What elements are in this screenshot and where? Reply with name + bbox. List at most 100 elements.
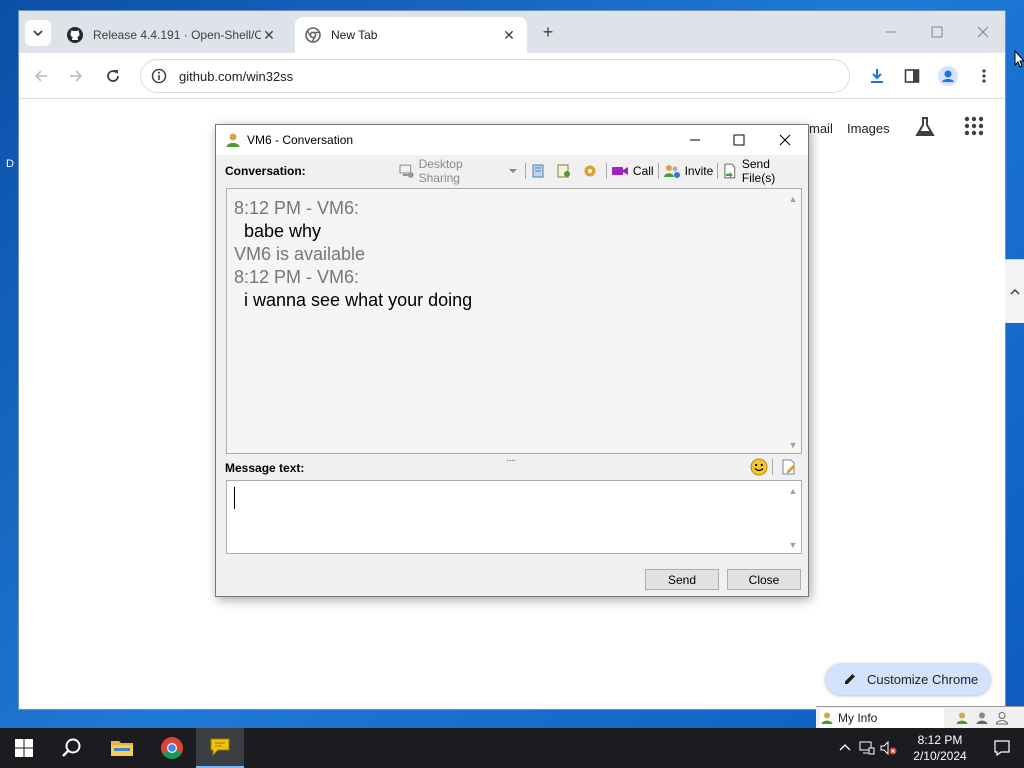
scroll-up-arrow-icon[interactable]: ▲ [787, 193, 799, 205]
desktop-icon-label[interactable]: D [6, 158, 14, 170]
arrow-left-icon [34, 70, 47, 82]
close-window-button[interactable] [969, 19, 997, 45]
desktop-sharing-button[interactable]: Desktop Sharing [396, 157, 524, 185]
downloads-button[interactable] [865, 64, 889, 88]
close-button[interactable]: Close [727, 569, 801, 590]
toolbar-separator [772, 459, 773, 475]
dialog-maximize-button[interactable] [728, 129, 750, 151]
my-info-label: My Info [838, 710, 878, 725]
tab-new-tab[interactable]: New Tab ✕ [295, 17, 527, 53]
im-contact-icon[interactable] [992, 709, 1012, 727]
side-panel-icon [904, 69, 920, 83]
maximize-icon [733, 134, 745, 146]
system-tray: 8:12 PM 2/10/2024 [834, 728, 1024, 768]
dialog-minimize-button[interactable] [684, 129, 706, 151]
new-tab-button[interactable]: + [537, 21, 559, 43]
close-icon [779, 134, 791, 146]
volume-button[interactable] [878, 728, 900, 768]
user-icon [226, 133, 240, 147]
pane-splitter-handle[interactable]: ···· [506, 455, 516, 466]
call-button[interactable]: Call [608, 161, 657, 181]
start-button[interactable] [0, 728, 48, 768]
toolbar-separator [605, 163, 607, 179]
invite-button[interactable]: Invite [660, 161, 717, 181]
folder-icon [111, 741, 133, 756]
conversation-history[interactable]: 8:12 PM - VM6: babe why VM6 is available… [226, 188, 802, 454]
user-online-icon [956, 712, 968, 724]
text-format-icon[interactable] [780, 458, 798, 476]
reload-button[interactable] [101, 64, 125, 88]
im-contact-bar: My Info [816, 706, 1024, 728]
emoticon-icon[interactable] [750, 458, 768, 476]
contact-info-button[interactable] [553, 161, 579, 181]
customize-chrome-button[interactable]: Customize Chrome [825, 663, 991, 695]
minimize-icon [886, 31, 896, 33]
gear-icon [584, 165, 596, 177]
back-button[interactable] [29, 64, 53, 88]
google-apps-icon[interactable] [963, 115, 985, 137]
send-file-icon [724, 163, 736, 179]
images-link[interactable]: Images [847, 121, 890, 136]
im-contact-icon[interactable] [972, 709, 992, 727]
show-hidden-icons-button[interactable] [834, 728, 856, 768]
forward-button[interactable] [64, 64, 88, 88]
chrome-taskbar-button[interactable] [148, 728, 196, 768]
github-icon [67, 27, 83, 43]
side-panel-edge[interactable] [1005, 259, 1024, 323]
download-icon [871, 69, 883, 83]
network-button[interactable] [856, 728, 878, 768]
action-center-button[interactable] [980, 728, 1024, 768]
profile-button[interactable] [936, 64, 960, 88]
tab-release[interactable]: Release 4.4.191 · Open-Shell/Op ✕ [57, 17, 287, 53]
dialog-close-button[interactable] [774, 129, 796, 151]
side-panel-button[interactable] [900, 64, 924, 88]
pencil-icon [845, 674, 855, 684]
network-icon [859, 741, 875, 755]
close-tab-icon[interactable]: ✕ [501, 27, 517, 43]
call-label: Call [632, 164, 654, 178]
settings-button[interactable] [579, 161, 605, 181]
gmail-link[interactable]: mail [809, 121, 833, 136]
close-icon [977, 26, 989, 38]
status-message: VM6 is available [234, 244, 366, 264]
chat-bubble-icon [210, 738, 230, 757]
customize-chrome-label: Customize Chrome [867, 671, 979, 687]
contact-card-icon [557, 164, 570, 178]
toolbar-separator [524, 163, 526, 179]
labs-flask-icon[interactable] [913, 115, 937, 139]
taskbar: 8:12 PM 2/10/2024 [0, 728, 1024, 768]
reload-icon [107, 70, 119, 82]
menu-button[interactable] [972, 64, 996, 88]
tab-search-button[interactable] [25, 20, 51, 46]
message-header: 8:12 PM - VM6: [234, 198, 360, 218]
site-info-icon[interactable] [151, 68, 167, 84]
send-button[interactable]: Send [645, 569, 719, 590]
history-button[interactable] [527, 161, 553, 181]
minimize-button[interactable] [877, 19, 905, 45]
send-files-button[interactable]: Send File(s) [719, 157, 808, 185]
browser-toolbar: github.com/win32ss [19, 53, 1005, 99]
tab-title: New Tab [331, 28, 378, 42]
file-explorer-button[interactable] [98, 728, 146, 768]
maximize-button[interactable] [923, 19, 951, 45]
dialog-title-bar[interactable]: VM6 - Conversation [216, 125, 808, 155]
taskbar-search-button[interactable] [48, 728, 96, 768]
scroll-down-arrow-icon[interactable]: ▼ [787, 539, 799, 551]
arrow-right-icon [70, 70, 83, 82]
my-info-button[interactable]: My Info [820, 707, 944, 728]
scroll-up-arrow-icon[interactable]: ▲ [787, 485, 799, 497]
message-input[interactable]: ▲ ▼ [226, 480, 802, 554]
video-camera-icon [611, 167, 628, 175]
scroll-down-arrow-icon[interactable]: ▼ [787, 439, 799, 451]
message-text: babe why [244, 221, 322, 241]
message-list: 8:12 PM - VM6: babe why VM6 is available… [234, 197, 472, 312]
address-bar[interactable]: github.com/win32ss [140, 59, 850, 93]
messenger-taskbar-button[interactable] [196, 728, 244, 768]
chrome-logo-icon [161, 737, 183, 759]
clock[interactable]: 8:12 PM 2/10/2024 [900, 732, 980, 764]
conversation-label: Conversation: [225, 164, 306, 178]
im-contact-icon[interactable] [952, 709, 972, 727]
conversation-toolbar: Desktop Sharing Call Invite Send File(s) [396, 157, 808, 185]
close-tab-icon[interactable]: ✕ [261, 27, 277, 43]
notebook-icon [532, 164, 544, 178]
